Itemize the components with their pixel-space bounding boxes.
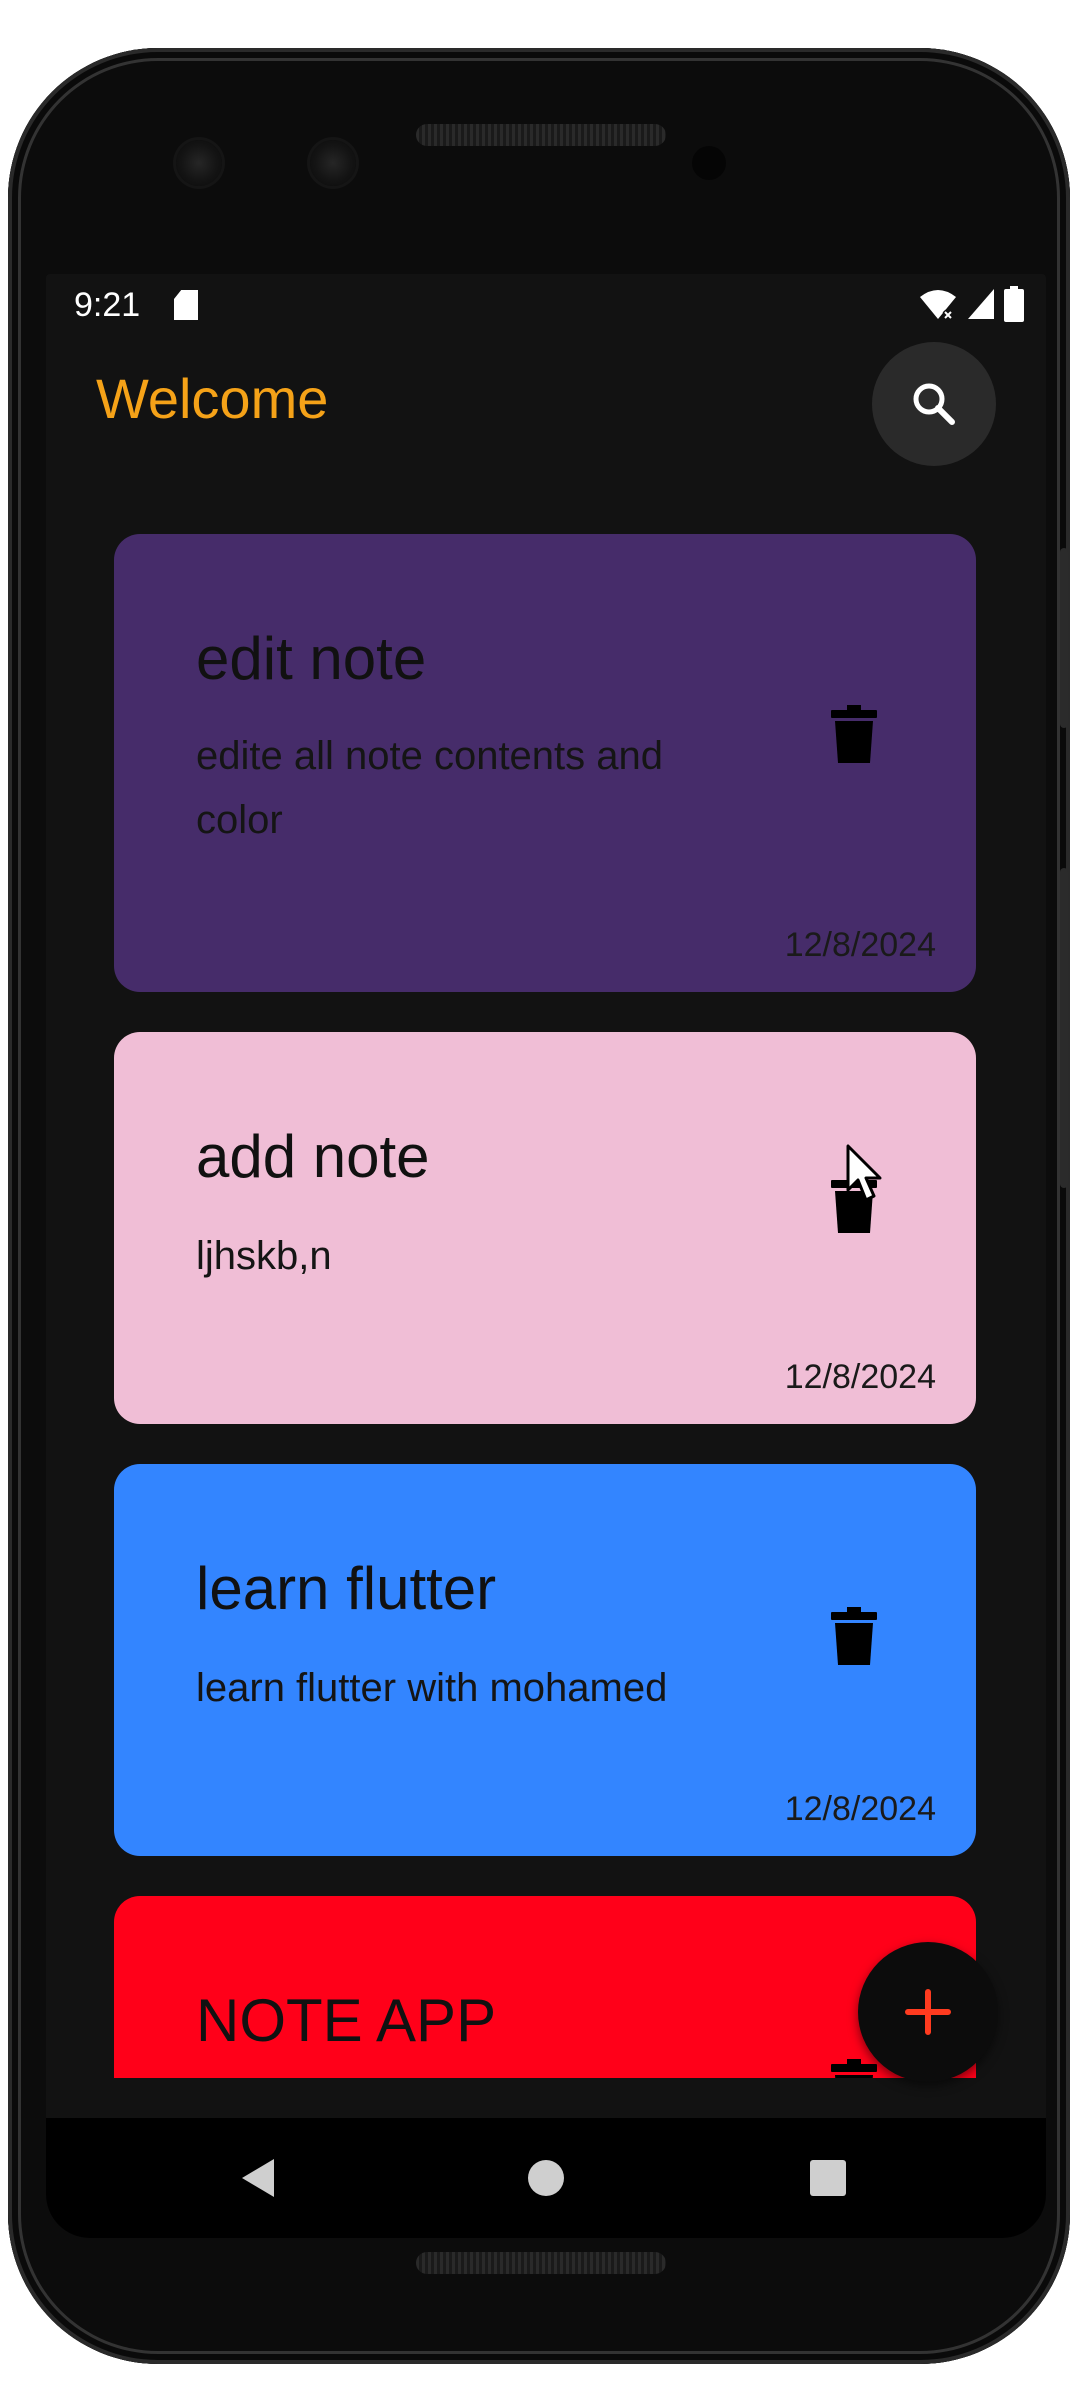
home-icon (528, 2160, 564, 2196)
recents-button[interactable] (788, 2138, 868, 2218)
note-card[interactable]: learn flutter learn flutter with mohamed… (114, 1464, 976, 1856)
proximity-sensor (692, 146, 726, 180)
delete-button[interactable] (826, 702, 882, 766)
note-card[interactable]: add note ljhskb,n 12/8/2024 (114, 1032, 976, 1424)
screen: 9:21 Welcome edit note edite all note co… (46, 274, 1046, 2238)
note-date: 12/8/2024 (784, 1358, 936, 1396)
back-icon (242, 2159, 274, 2197)
note-title: add note (196, 1123, 430, 1190)
earpiece-speaker (416, 124, 666, 146)
note-date: 12/8/2024 (784, 926, 936, 964)
trash-icon (831, 2059, 877, 2078)
front-camera-2 (310, 140, 356, 186)
trash-icon (831, 1175, 877, 1233)
status-time: 9:21 (74, 286, 141, 324)
recents-icon (810, 2160, 846, 2196)
note-card[interactable]: NOTE APP (114, 1896, 976, 2078)
delete-button[interactable] (826, 2056, 882, 2078)
signal-icon (968, 289, 994, 319)
delete-button[interactable] (826, 1172, 882, 1236)
app-bar: Welcome (46, 338, 1046, 468)
trash-icon (831, 1607, 877, 1665)
note-body: ljhskb,n (196, 1234, 332, 1278)
note-body: learn flutter with mohamed (196, 1666, 668, 1710)
delete-button[interactable] (826, 1604, 882, 1668)
note-title: edit note (196, 625, 427, 692)
search-icon (913, 383, 955, 425)
back-button[interactable] (218, 2138, 298, 2218)
notes-list: edit note edite all note contents and co… (114, 534, 976, 2078)
battery-icon (1004, 286, 1024, 322)
home-button[interactable] (506, 2138, 586, 2218)
navigation-bar (46, 2118, 1046, 2238)
add-note-button[interactable] (858, 1942, 998, 2082)
note-card[interactable]: edit note edite all note contents and co… (114, 534, 976, 992)
sd-card-icon (174, 290, 198, 320)
status-icons (918, 286, 1024, 322)
note-body: edite all note contents and color (196, 734, 664, 842)
status-bar: 9:21 (46, 274, 1046, 338)
volume-button (1060, 548, 1068, 728)
phone-frame: 9:21 Welcome edit note edite all note co… (8, 48, 1070, 2364)
search-button[interactable] (872, 342, 996, 466)
bottom-speaker (416, 2252, 666, 2274)
front-camera (176, 140, 222, 186)
wifi-icon (920, 290, 956, 321)
power-button (1060, 868, 1068, 1188)
note-title: NOTE APP (196, 1987, 497, 2054)
trash-icon (831, 705, 877, 763)
plus-icon (905, 1989, 951, 2035)
note-date: 12/8/2024 (784, 1790, 936, 1828)
note-title: learn flutter (196, 1555, 497, 1622)
app-title: Welcome (96, 367, 329, 430)
